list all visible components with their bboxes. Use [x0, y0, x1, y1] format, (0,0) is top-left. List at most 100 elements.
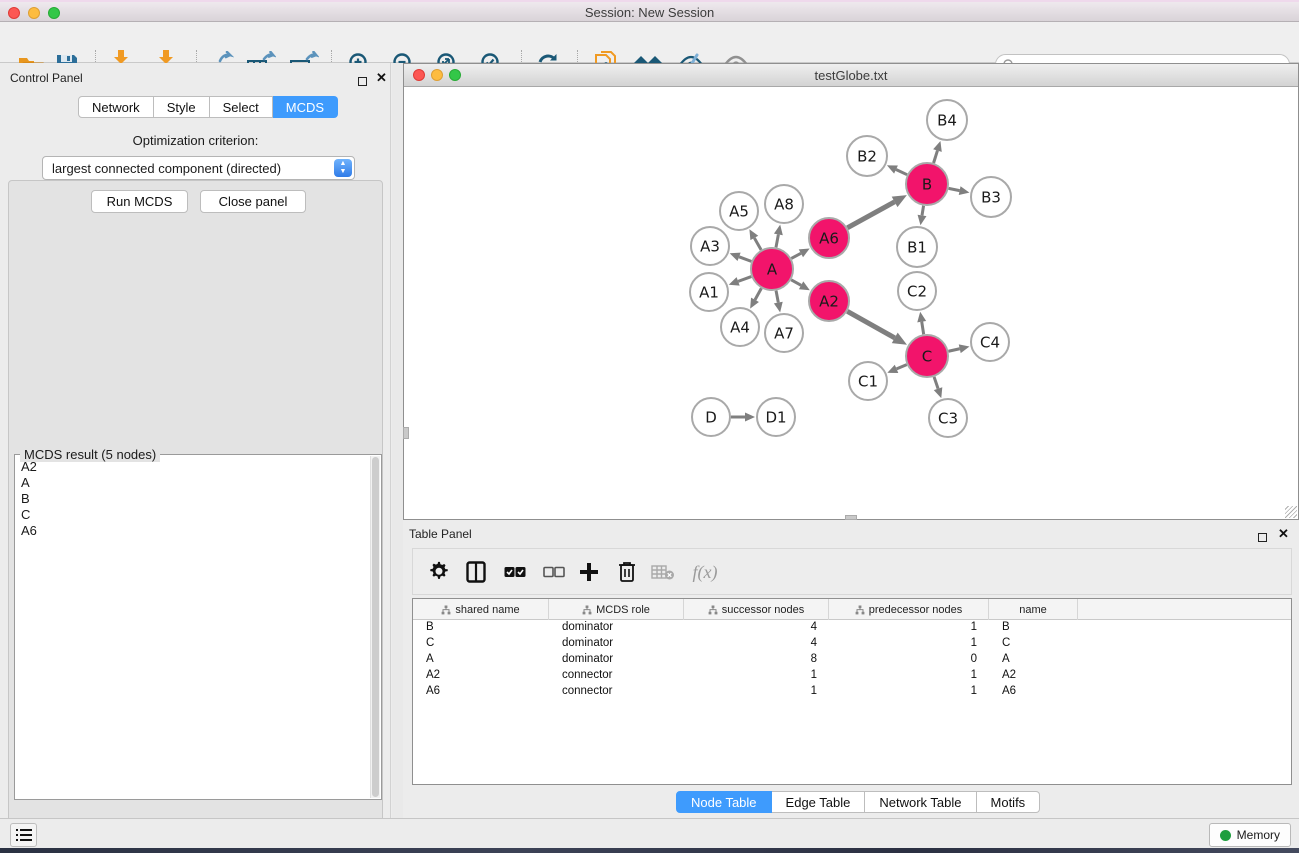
table-cell[interactable]: C — [413, 636, 549, 652]
graph-edge[interactable] — [738, 277, 751, 282]
tab-style[interactable]: Style — [154, 96, 210, 118]
table-row[interactable]: Adominator80A — [413, 652, 1291, 668]
tab-node-table[interactable]: Node Table — [676, 791, 772, 813]
table-cell[interactable]: B — [989, 620, 1078, 636]
mcds-result-item[interactable]: A — [19, 475, 369, 491]
select-all-icon[interactable] — [502, 559, 528, 585]
add-column-icon[interactable] — [576, 559, 602, 585]
graph-node-label: D — [705, 409, 717, 427]
table-cell[interactable]: 4 — [684, 636, 829, 652]
memory-button[interactable]: Memory — [1209, 823, 1291, 847]
tab-network-table[interactable]: Network Table — [865, 791, 976, 813]
mcds-result-item[interactable]: C — [19, 507, 369, 523]
tab-edge-table[interactable]: Edge Table — [772, 791, 866, 813]
run-mcds-button[interactable]: Run MCDS — [91, 190, 188, 213]
table-row[interactable]: Bdominator41B — [413, 620, 1291, 636]
tab-select[interactable]: Select — [210, 96, 273, 118]
tab-motifs[interactable]: Motifs — [977, 791, 1041, 813]
delete-table-icon[interactable] — [650, 559, 676, 585]
table-cell[interactable]: A — [413, 652, 549, 668]
graph-edge[interactable] — [847, 311, 894, 338]
graph-edge[interactable] — [897, 365, 907, 369]
gear-icon[interactable] — [426, 559, 452, 585]
graph-edge[interactable] — [896, 170, 907, 175]
tab-mcds[interactable]: MCDS — [273, 96, 338, 118]
column-header[interactable]: shared name — [413, 599, 549, 620]
workspace: testGlobe.txt B4B2BB3A5A8A3A6B1AA1C2A2A4… — [392, 63, 1299, 818]
edge-arrowhead — [917, 312, 926, 323]
result-scrollbar[interactable] — [370, 456, 380, 798]
network-vscroll-indicator[interactable] — [403, 427, 409, 439]
table-row[interactable]: Cdominator41C — [413, 636, 1291, 652]
table-cell[interactable]: 1 — [829, 636, 989, 652]
graph-edge[interactable] — [791, 280, 801, 286]
hierarchy-icon — [855, 605, 865, 615]
graph-edge[interactable] — [934, 377, 938, 389]
table-row[interactable]: A2connector11A2 — [413, 668, 1291, 684]
graph-edge[interactable] — [948, 349, 959, 352]
graph-node-label: B1 — [907, 239, 927, 257]
column-header[interactable]: name — [989, 599, 1078, 620]
float-panel-icon[interactable] — [358, 73, 367, 91]
close-panel-icon[interactable]: ✕ — [376, 72, 387, 84]
table-cell[interactable]: A6 — [989, 684, 1078, 700]
table-cell[interactable]: B — [413, 620, 549, 636]
graph-edge[interactable] — [847, 202, 894, 228]
graph-edge[interactable] — [739, 257, 751, 262]
network-canvas[interactable]: B4B2BB3A5A8A3A6B1AA1C2A2A4A7CC4C1C3DD1 — [404, 88, 1298, 519]
graph-edge[interactable] — [776, 291, 778, 303]
graph-node-label: A5 — [729, 203, 749, 221]
table-cell[interactable]: A2 — [989, 668, 1078, 684]
table-cell[interactable]: 1 — [684, 684, 829, 700]
deselect-all-icon[interactable] — [541, 559, 567, 585]
table-cell[interactable]: 0 — [829, 652, 989, 668]
table-cell[interactable]: 4 — [684, 620, 829, 636]
table-cell[interactable]: dominator — [549, 636, 684, 652]
table-cell[interactable]: 8 — [684, 652, 829, 668]
table-close-icon[interactable]: ✕ — [1278, 528, 1289, 540]
columns-icon[interactable] — [463, 559, 489, 585]
graph-edge[interactable] — [754, 238, 761, 250]
hierarchy-icon — [582, 605, 592, 615]
column-header[interactable]: successor nodes — [684, 599, 829, 620]
table-cell[interactable]: A — [989, 652, 1078, 668]
graph-node-label: A8 — [774, 196, 794, 214]
mcds-result-item[interactable]: A6 — [19, 523, 369, 539]
table-cell[interactable]: dominator — [549, 620, 684, 636]
column-header[interactable]: MCDS role — [549, 599, 684, 620]
table-cell[interactable]: dominator — [549, 652, 684, 668]
table-float-icon[interactable] — [1258, 529, 1267, 547]
graph-edge[interactable] — [776, 234, 778, 247]
table-cell[interactable]: connector — [549, 684, 684, 700]
function-builder-icon[interactable]: f(x) — [685, 559, 725, 585]
close-panel-button[interactable]: Close panel — [200, 190, 306, 213]
table-row[interactable]: A6connector11A6 — [413, 684, 1291, 700]
table-cell[interactable]: A6 — [413, 684, 549, 700]
graph-edge[interactable] — [922, 322, 924, 335]
graph-edge[interactable] — [791, 253, 801, 258]
hierarchy-icon — [441, 605, 451, 615]
graph-edge[interactable] — [934, 151, 938, 163]
tab-network[interactable]: Network — [78, 96, 154, 118]
table-cell[interactable]: 1 — [684, 668, 829, 684]
table-cell[interactable]: 1 — [829, 684, 989, 700]
table-cell[interactable]: 1 — [829, 620, 989, 636]
graph-edge[interactable] — [922, 206, 924, 216]
resize-grip-icon[interactable] — [1285, 506, 1297, 518]
graph-node-label: B — [922, 176, 932, 194]
network-window-titlebar[interactable]: testGlobe.txt — [404, 64, 1298, 87]
mcds-result-item[interactable]: B — [19, 491, 369, 507]
optimization-criterion-select[interactable]: largest connected component (directed) ▲… — [42, 156, 355, 180]
task-history-button[interactable] — [10, 823, 37, 847]
table-cell[interactable]: connector — [549, 668, 684, 684]
status-bar: Memory — [0, 818, 1299, 848]
table-cell[interactable]: C — [989, 636, 1078, 652]
table-cell[interactable]: 1 — [829, 668, 989, 684]
column-header[interactable]: predecessor nodes — [829, 599, 989, 620]
delete-column-icon[interactable] — [614, 559, 640, 585]
table-cell[interactable]: A2 — [413, 668, 549, 684]
mcds-result-item[interactable]: A2 — [19, 459, 369, 475]
graph-edge[interactable] — [755, 288, 761, 300]
graph-edge[interactable] — [949, 188, 960, 190]
graph-node-label: A3 — [700, 238, 720, 256]
